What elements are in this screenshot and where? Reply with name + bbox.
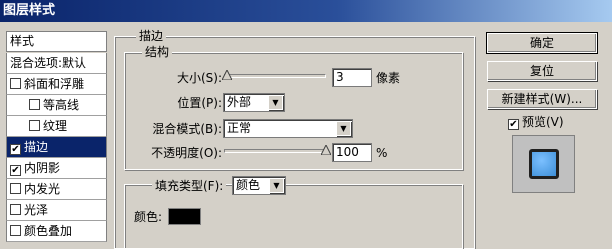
- style-item[interactable]: 等高线: [6, 95, 107, 116]
- opacity-unit: %: [376, 146, 388, 160]
- preview-label: 预览(V): [522, 115, 564, 129]
- size-value: 3: [336, 70, 344, 84]
- position-dropdown-arrow[interactable]: ▼: [268, 95, 283, 110]
- style-item-checkbox[interactable]: [10, 204, 21, 215]
- opacity-value: 100: [336, 145, 359, 159]
- style-item-label: 纹理: [43, 119, 68, 133]
- style-item[interactable]: 斜面和浮雕: [6, 74, 107, 95]
- style-item-checkbox[interactable]: [29, 120, 40, 131]
- fill-type-value: 颜色: [236, 178, 261, 192]
- opacity-slider-thumb[interactable]: [321, 145, 331, 155]
- position-select[interactable]: 外部 ▼: [223, 93, 285, 112]
- fill-type-select[interactable]: 颜色 ▼: [232, 176, 286, 195]
- fill-type-label: 填充类型(F):: [152, 179, 227, 193]
- style-item-checkbox[interactable]: [10, 78, 21, 89]
- styles-header[interactable]: 样式: [6, 31, 107, 52]
- size-unit: 像素: [376, 71, 401, 85]
- reset-button-label: 复位: [529, 64, 554, 78]
- blend-mode-dropdown-arrow[interactable]: ▼: [336, 121, 351, 136]
- preview-checkbox-box[interactable]: ✔: [508, 119, 519, 130]
- ok-button[interactable]: 确定: [486, 32, 598, 54]
- opacity-slider-track[interactable]: [224, 149, 326, 153]
- style-item-label: 光泽: [24, 203, 49, 217]
- size-slider-track[interactable]: [224, 74, 326, 78]
- style-item-checkbox[interactable]: [29, 99, 40, 110]
- new-style-button[interactable]: 新建样式(W)...: [487, 89, 597, 109]
- blend-mode-value: 正常: [227, 121, 252, 135]
- style-item-label: 内发光: [24, 182, 61, 196]
- style-item[interactable]: 混合选项:默认: [6, 53, 107, 74]
- style-item-label: 颜色叠加: [24, 224, 73, 238]
- window-title: 图层样式: [3, 3, 56, 18]
- ok-button-label: 确定: [529, 36, 554, 50]
- color-swatch[interactable]: [168, 208, 201, 225]
- opacity-label: 不透明度(O):: [151, 146, 222, 160]
- fill-type-dropdown-arrow[interactable]: ▼: [269, 178, 284, 193]
- style-item-checkbox[interactable]: ✔: [10, 144, 21, 155]
- structure-title: 结构: [142, 45, 173, 59]
- reset-button[interactable]: 复位: [487, 61, 597, 81]
- style-item-label: 斜面和浮雕: [24, 77, 85, 91]
- position-value: 外部: [227, 95, 252, 109]
- preview-swatch: [529, 149, 559, 179]
- blend-mode-select[interactable]: 正常 ▼: [223, 119, 353, 138]
- style-item[interactable]: 光泽: [6, 200, 107, 221]
- new-style-button-label: 新建样式(W)...: [501, 92, 583, 106]
- position-label: 位置(P):: [177, 96, 222, 110]
- color-label: 颜色:: [134, 210, 163, 224]
- style-item[interactable]: 纹理: [6, 116, 107, 137]
- window-title-bar[interactable]: 图层样式: [0, 0, 612, 22]
- style-item[interactable]: ✔ 内阴影: [6, 158, 107, 179]
- style-item-label: 等高线: [43, 98, 80, 112]
- style-item-label: 描边: [24, 140, 49, 154]
- size-slider-thumb[interactable]: [222, 70, 233, 80]
- blend-mode-label: 混合模式(B):: [152, 122, 222, 136]
- size-input[interactable]: 3: [332, 68, 372, 87]
- style-item-label: 混合选项:默认: [10, 56, 87, 70]
- styles-header-label: 样式: [10, 34, 35, 48]
- style-item[interactable]: 颜色叠加: [6, 221, 107, 242]
- style-item-checkbox[interactable]: [10, 183, 21, 194]
- size-label: 大小(S):: [176, 71, 222, 85]
- stroke-title: 描边: [136, 29, 167, 43]
- style-item-checkbox[interactable]: [10, 225, 21, 236]
- style-item-label: 内阴影: [24, 161, 61, 175]
- preview-checkbox[interactable]: ✔ 预览(V): [508, 115, 564, 130]
- style-item[interactable]: ✔ 描边: [6, 137, 107, 158]
- style-item[interactable]: 内发光: [6, 179, 107, 200]
- style-item-checkbox[interactable]: ✔: [10, 165, 21, 176]
- opacity-input[interactable]: 100: [332, 143, 372, 162]
- preview-thumbnail: [512, 135, 575, 193]
